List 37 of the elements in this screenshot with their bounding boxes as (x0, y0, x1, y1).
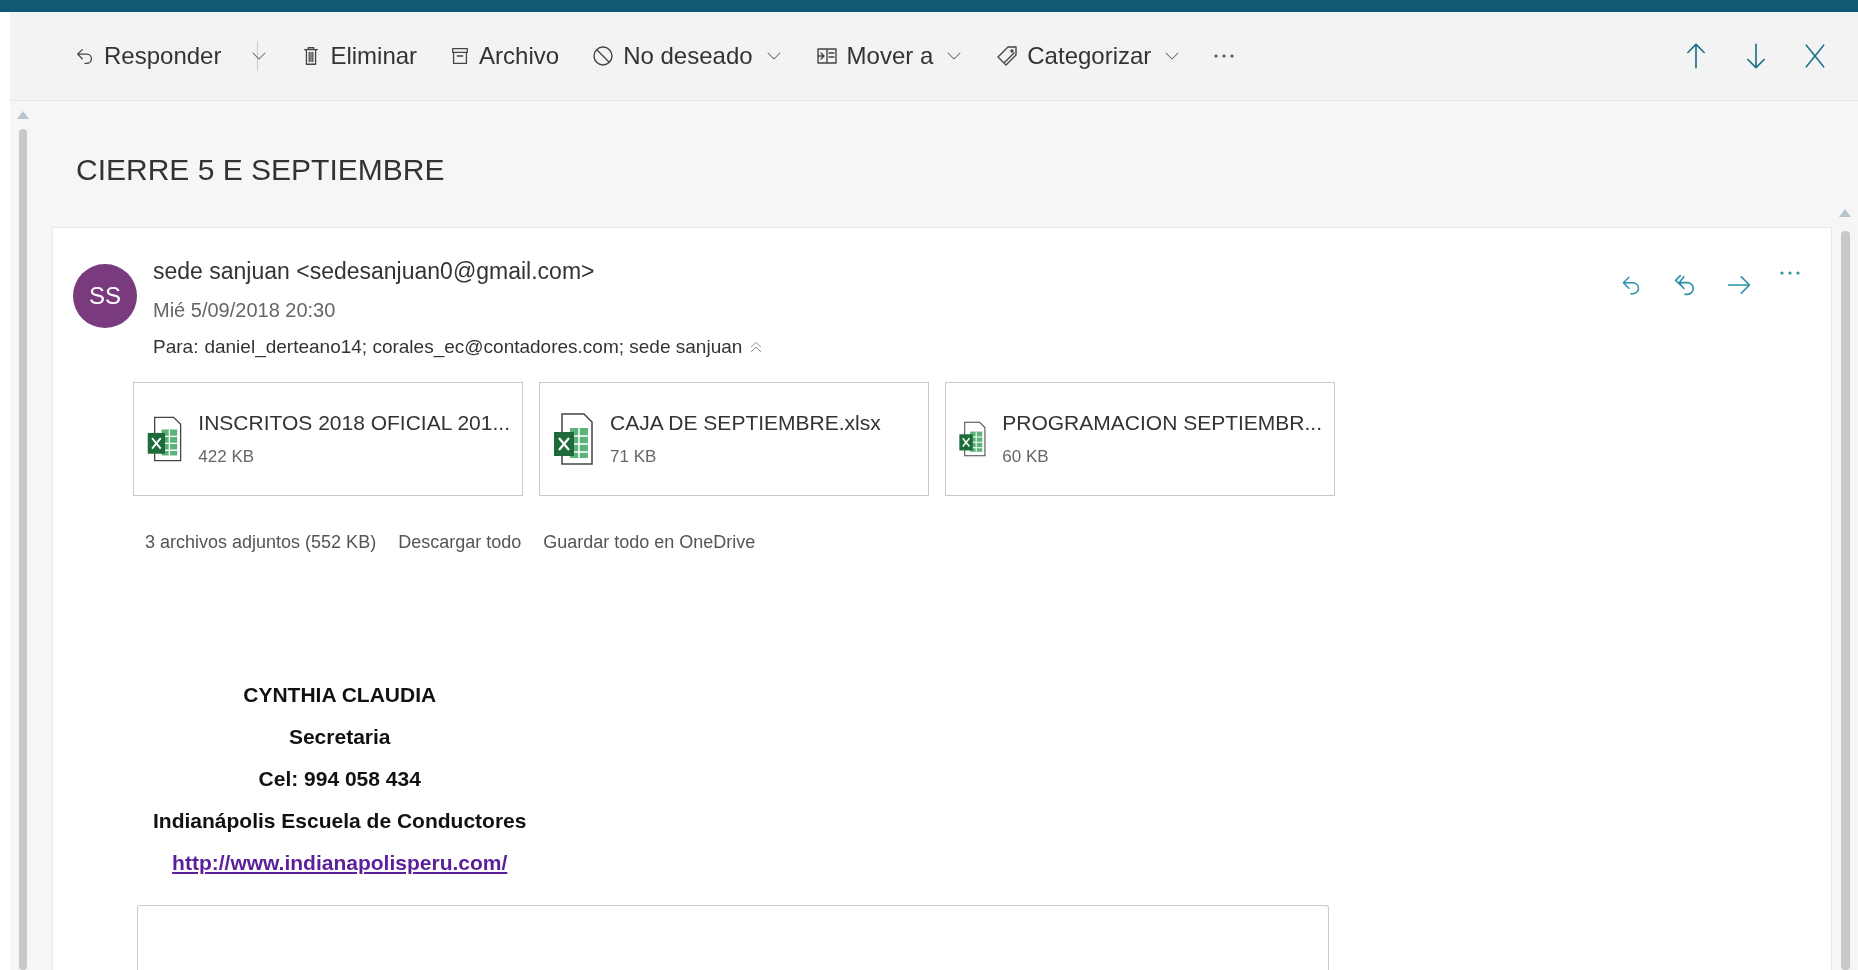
block-icon (591, 43, 616, 69)
attachment-card[interactable]: CAJA DE SEPTIEMBRE.xlsx 71 KB (539, 382, 929, 496)
attachment-name: CAJA DE SEPTIEMBRE.xlsx (610, 411, 881, 435)
signature-line: Secretaria (288, 725, 391, 749)
attachment-size: 60 KB (1002, 447, 1050, 467)
spreadsheet-file-icon (552, 412, 594, 466)
toolbar-button[interactable]: Archivo (445, 38, 564, 74)
avatar: SS (73, 264, 137, 328)
attachment-action-link[interactable]: Guardar todo en OneDrive (543, 532, 756, 553)
attachment-name: PROGRAMACION SEPTIEMBR... (1002, 411, 1322, 435)
attachment-card[interactable]: PROGRAMACION SEPTIEMBR... 60 KB (945, 382, 1335, 496)
toolbar-button[interactable]: Categorizar (991, 38, 1156, 74)
date: Mié 5/09/2018 20:30 (153, 299, 337, 322)
attachment-size: 422 KB (198, 447, 256, 467)
signature-line: Indianápolis Escuela de Conductores (153, 809, 527, 833)
to-label: Para: (153, 336, 199, 358)
recipients: daniel_derteano14; corales_ec@contadores.com; sede sanjuan (204, 336, 743, 358)
scroll-up-icon[interactable] (1839, 209, 1851, 217)
sender: sede sanjuan <sedesanjuan0@gmail.com> (153, 258, 596, 285)
more-icon (1213, 53, 1236, 59)
toolbar-button[interactable]: Eliminar (296, 38, 422, 74)
signature-line: Cel: 994 058 434 (258, 767, 421, 791)
scrollbar-thumb[interactable] (19, 129, 27, 970)
attachment-size: 71 KB (610, 447, 658, 467)
attachment-action-link[interactable]: Descargar todo (398, 532, 522, 553)
signature-line: CYNTHIA CLAUDIA (243, 683, 437, 707)
more-icon (1779, 270, 1801, 276)
attachment-card[interactable]: INSCRITOS 2018 OFICIAL 201... 422 KB (133, 382, 523, 496)
toolbar-button[interactable]: Mover a (810, 38, 938, 74)
scrollbar-thumb[interactable] (1840, 231, 1850, 970)
toolbar-button[interactable]: Responder (70, 38, 226, 74)
toolbar-button[interactable]: No deseado (587, 38, 757, 74)
attachment-name: INSCRITOS 2018 OFICIAL 201... (198, 411, 510, 435)
website-link[interactable]: http://www.indianapolisperu.com/ (172, 851, 508, 875)
scroll-up-icon[interactable] (17, 111, 29, 119)
attachments-summary: 3 archivos adjuntos (552 KB) (145, 532, 377, 553)
email-subject: CIERRE 5 E SEPTIEMBRE (75, 152, 446, 188)
